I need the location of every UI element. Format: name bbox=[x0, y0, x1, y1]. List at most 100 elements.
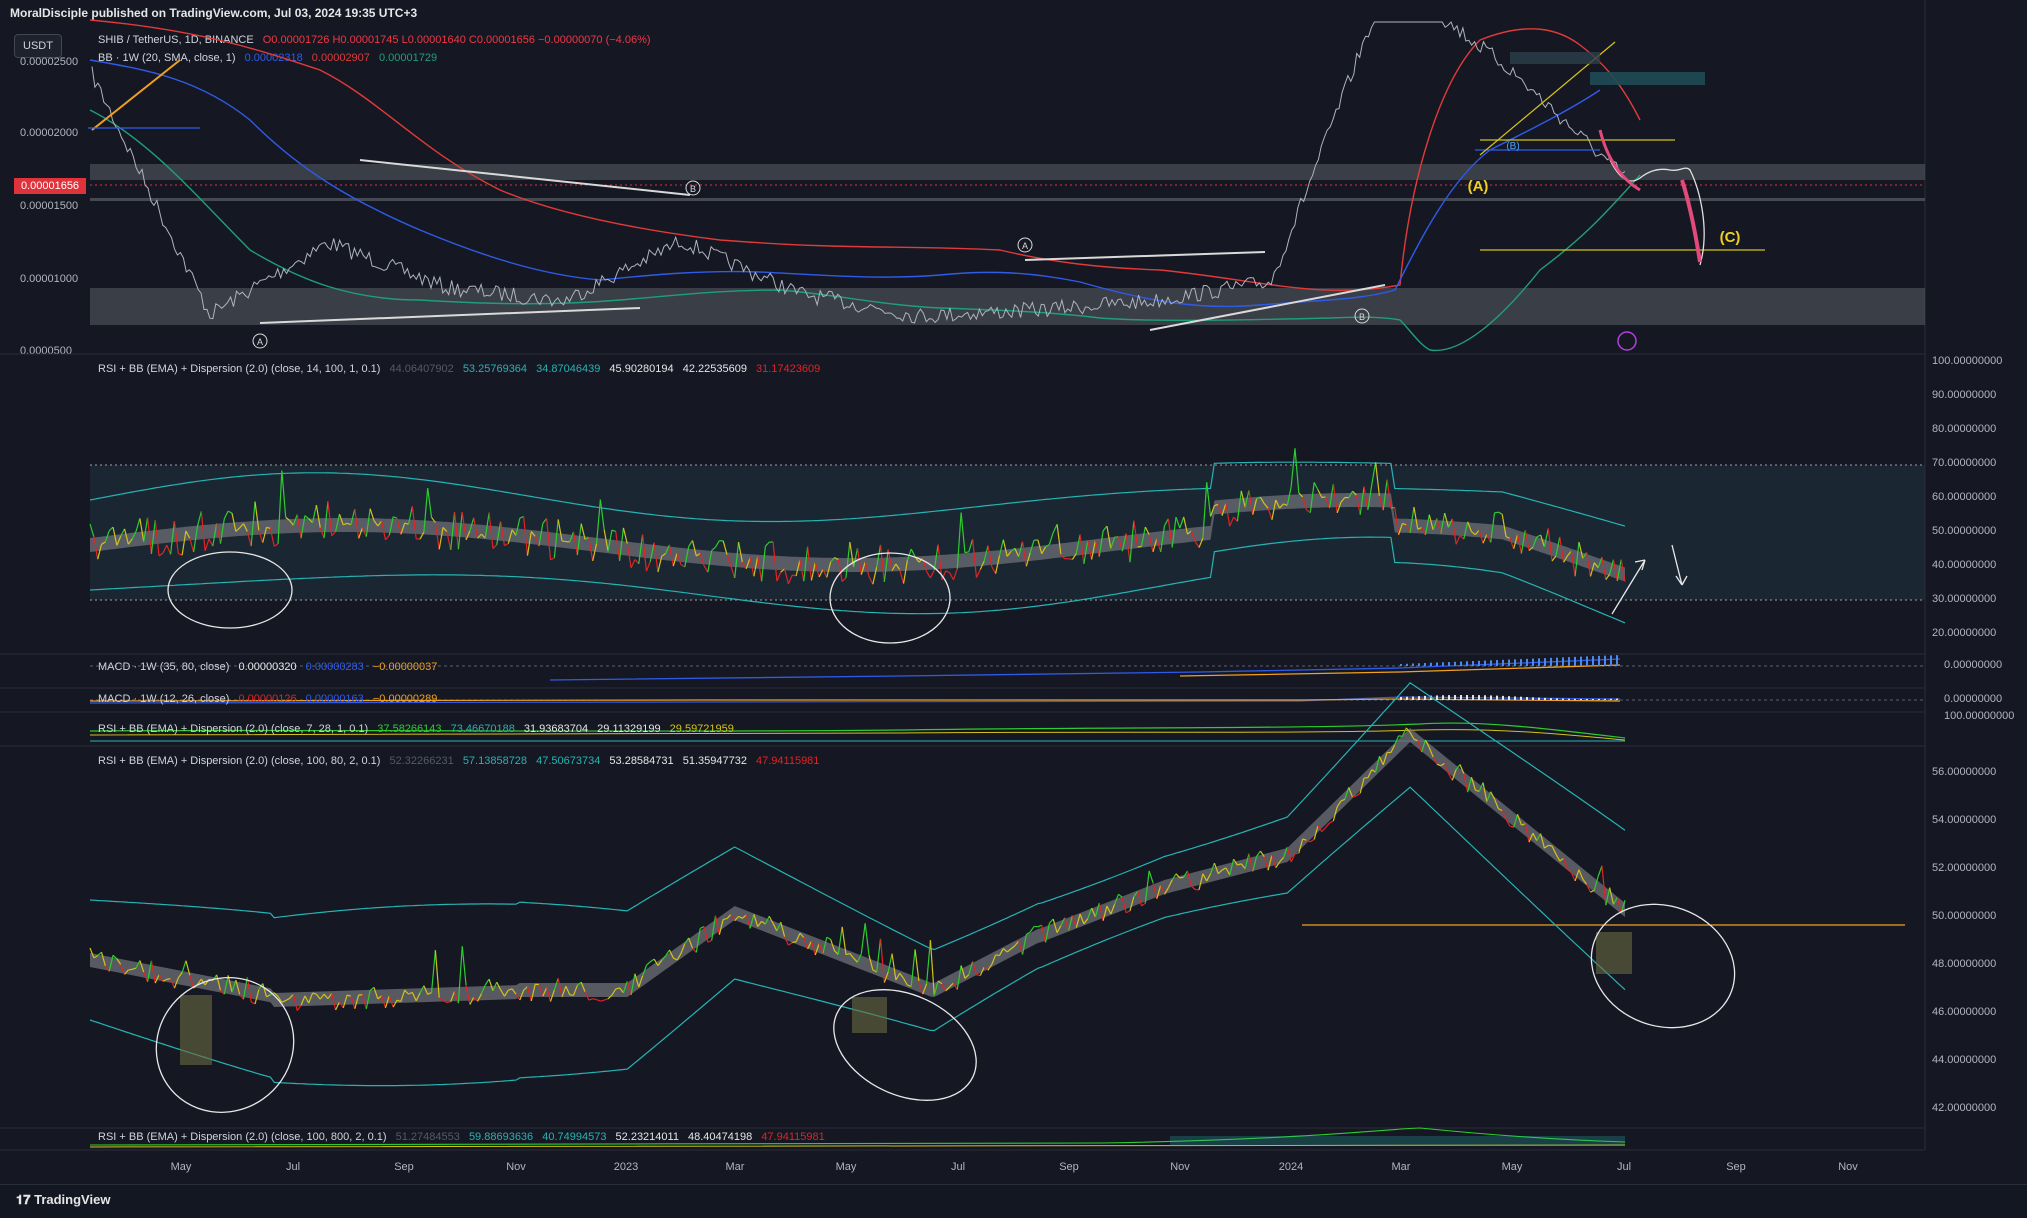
macd1-value: 0.00000320 bbox=[238, 661, 296, 673]
rsi-long-tick: 42.00000000 bbox=[1932, 1102, 1996, 1114]
rsi-panel bbox=[90, 448, 1925, 643]
bb-basis-line bbox=[90, 60, 1600, 306]
macd-histogram-bar bbox=[1490, 660, 1492, 666]
x-tick: Mar bbox=[1371, 1161, 1431, 1173]
macd-histogram-bar bbox=[1592, 699, 1594, 700]
macd1-title[interactable]: MACD · 1W (35, 80, close) bbox=[98, 661, 229, 673]
brand-label: TradingView bbox=[34, 1192, 110, 1207]
macd-histogram-bar bbox=[1406, 697, 1408, 700]
macd-histogram-bar bbox=[1472, 695, 1474, 700]
macd-histogram-bar bbox=[1490, 695, 1492, 700]
rsi-bottom-value: 48.40474198 bbox=[688, 1131, 752, 1143]
rsi-bottom-value: 40.74994573 bbox=[542, 1131, 606, 1143]
rsi-segment bbox=[1149, 871, 1153, 883]
rsi-small-title[interactable]: RSI + BB (EMA) + Dispersion (2.0) (close… bbox=[98, 723, 368, 735]
rsi-segment bbox=[700, 927, 704, 929]
macd2-value: 0.00000163 bbox=[306, 693, 364, 705]
macd-histogram-bar bbox=[1412, 664, 1414, 666]
macd-histogram-bar bbox=[1556, 698, 1558, 700]
macd-histogram-bar bbox=[1604, 699, 1606, 700]
macd1-value: −0.00000037 bbox=[373, 661, 438, 673]
macd2-legend: MACD · 1W (12, 26, close) 0.00000126 0.0… bbox=[98, 693, 443, 705]
macd-histogram-bar bbox=[1544, 698, 1546, 700]
macd-histogram-bar bbox=[1418, 696, 1420, 700]
macd-histogram-bar bbox=[1598, 656, 1600, 666]
macd-histogram-bar bbox=[1418, 663, 1420, 666]
macd-histogram-bar bbox=[1406, 664, 1408, 666]
macd-histogram-bar bbox=[1580, 657, 1582, 666]
x-tick: Nov bbox=[1150, 1161, 1210, 1173]
rsi-tick: 50.00000000 bbox=[1932, 525, 1996, 537]
rsi-segment bbox=[604, 999, 608, 1000]
tv-icon: 𝟏𝟕 bbox=[16, 1192, 30, 1207]
rsi-segment bbox=[1118, 894, 1122, 897]
x-tick: Nov bbox=[486, 1161, 546, 1173]
macd-histogram-bar bbox=[1574, 657, 1576, 666]
rsi-segment bbox=[1126, 911, 1130, 913]
rsi-tick: 70.00000000 bbox=[1932, 457, 1996, 469]
rsi-small-tick: 100.00000000 bbox=[1944, 710, 2014, 722]
macd2-title[interactable]: MACD · 1W (12, 26, close) bbox=[98, 693, 229, 705]
macd-histogram-bar bbox=[1616, 655, 1618, 666]
macd-histogram-bar bbox=[1424, 696, 1426, 700]
macd-histogram-bar bbox=[1478, 695, 1480, 700]
rsi-long-value: 57.13858728 bbox=[463, 755, 527, 767]
rsi-tick: 60.00000000 bbox=[1932, 491, 1996, 503]
rsi-tick: 100.00000000 bbox=[1932, 355, 2002, 367]
x-tick: Sep bbox=[374, 1161, 434, 1173]
macd-histogram-bar bbox=[1430, 663, 1432, 666]
rsi-long-tick: 50.00000000 bbox=[1932, 910, 1996, 922]
macd-histogram-bar bbox=[1562, 699, 1564, 700]
x-tick: May bbox=[151, 1161, 211, 1173]
macd-histogram-bar bbox=[1610, 699, 1612, 700]
rsi-long-tick: 46.00000000 bbox=[1932, 1006, 1996, 1018]
rsi-title[interactable]: RSI + BB (EMA) + Dispersion (2.0) (close… bbox=[98, 363, 380, 375]
rsi-segment bbox=[1598, 866, 1602, 877]
macd-histogram-bar bbox=[1526, 659, 1528, 666]
rsi-value: 42.22535609 bbox=[683, 363, 747, 375]
macd-histogram-bar bbox=[1610, 655, 1612, 666]
rsi-segment bbox=[1030, 926, 1034, 932]
macd-histogram-bar bbox=[1460, 695, 1462, 700]
rsi-bottom-title[interactable]: RSI + BB (EMA) + Dispersion (2.0) (close… bbox=[98, 1131, 387, 1143]
rsi-segment bbox=[1495, 512, 1499, 513]
rsi-segment bbox=[447, 1002, 451, 1003]
trend-line-orange bbox=[92, 60, 180, 130]
svg-text:B: B bbox=[1359, 312, 1365, 322]
rsi-segment bbox=[432, 950, 436, 992]
wave-label-A2: A bbox=[1018, 238, 1032, 252]
rsi-segment bbox=[996, 955, 1000, 956]
x-tick: 2024 bbox=[1261, 1161, 1321, 1173]
macd-histogram-bar bbox=[1580, 699, 1582, 700]
rsi-segment bbox=[646, 962, 650, 966]
rsi-value: 45.90280194 bbox=[609, 363, 673, 375]
rsi-long-tick: 44.00000000 bbox=[1932, 1054, 1996, 1066]
rsi-small-value: 37.58266143 bbox=[377, 723, 441, 735]
rsi-segment bbox=[788, 943, 792, 946]
rsi-tick: 40.00000000 bbox=[1932, 559, 1996, 571]
rsi-segment bbox=[915, 949, 919, 981]
rsi-segment bbox=[1038, 925, 1042, 926]
macd-histogram-bar bbox=[1574, 699, 1576, 700]
x-tick: Nov bbox=[1818, 1161, 1878, 1173]
tradingview-logo[interactable]: 𝟏𝟕 TradingView bbox=[16, 1192, 110, 1208]
macd-histogram-bar bbox=[1472, 661, 1474, 666]
rsi-small-value: 73.46670188 bbox=[451, 723, 515, 735]
rsi-value: 31.17423609 bbox=[756, 363, 820, 375]
wave-label-b: (B) bbox=[1506, 141, 1519, 152]
chart-canvas: A B A B (A) (C) (B) bbox=[0, 0, 2027, 1217]
trend-line bbox=[1025, 252, 1265, 260]
rsi-segment bbox=[600, 1000, 604, 1001]
macd-histogram-bar bbox=[1442, 695, 1444, 700]
macd-histogram-bar bbox=[1616, 699, 1618, 700]
wave-label-A1: A bbox=[253, 334, 267, 348]
rsi-segment bbox=[723, 919, 727, 920]
macd-histogram-bar bbox=[1478, 661, 1480, 666]
rsi-long-title[interactable]: RSI + BB (EMA) + Dispersion (2.0) (close… bbox=[98, 755, 380, 767]
x-tick: Mar bbox=[705, 1161, 765, 1173]
svg-text:A: A bbox=[1022, 241, 1028, 251]
macd-histogram-bar bbox=[1520, 697, 1522, 700]
macd-histogram-bar bbox=[1424, 663, 1426, 666]
rsi-segment bbox=[861, 923, 865, 953]
rsi-long-tick: 54.00000000 bbox=[1932, 814, 1996, 826]
